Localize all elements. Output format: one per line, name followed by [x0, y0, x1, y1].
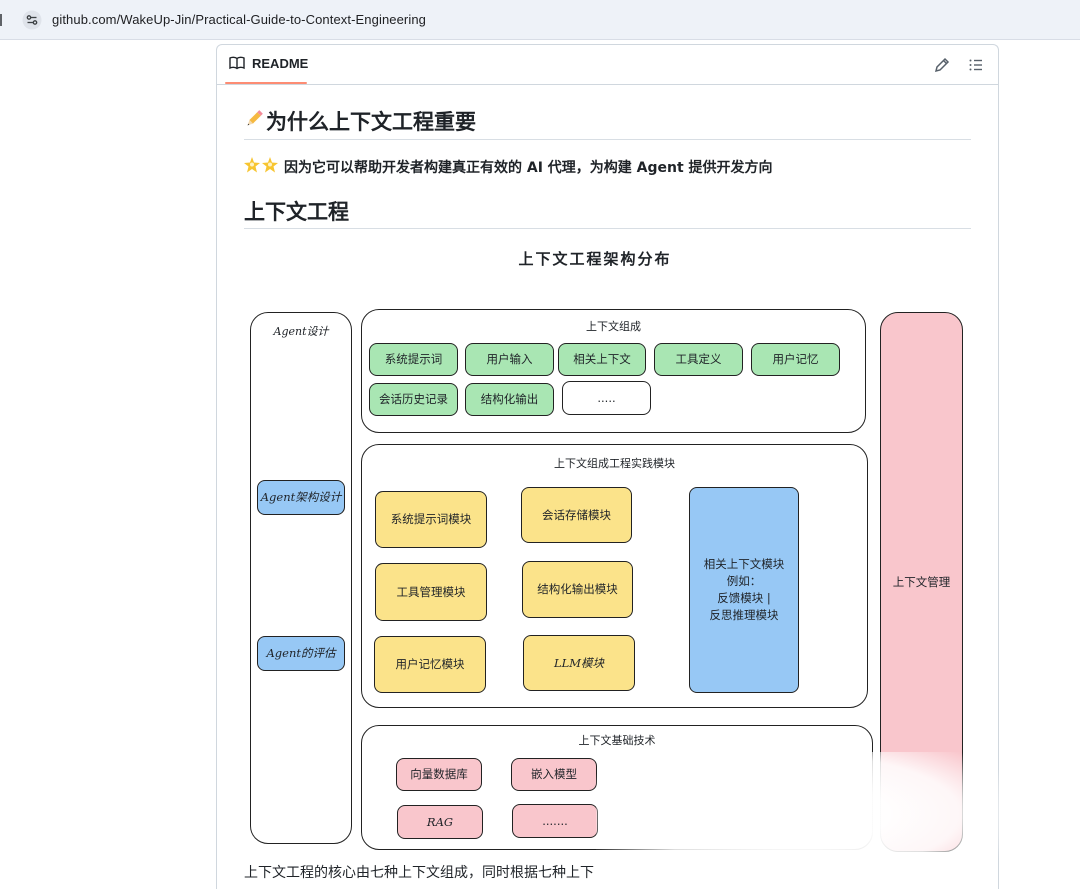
practice-module-chip: 用户记忆模块: [374, 636, 486, 693]
paragraph-why-text: 因为它可以帮助开发者构建真正有效的 AI 代理，为构建 Agent 提供开发方向: [284, 160, 773, 176]
composition-chip: 系统提示词: [369, 343, 458, 376]
book-icon: [229, 55, 245, 75]
practice-module-chip: 工具管理模块: [375, 563, 487, 621]
composition-chip: 用户输入: [465, 343, 554, 376]
composition-chip: 会话历史记录: [369, 383, 458, 416]
readme-header: README: [217, 45, 998, 85]
heading-rule: [244, 139, 971, 140]
composition-chip: 工具定义: [654, 343, 743, 376]
practice-module-chip: 系统提示词模块: [375, 491, 487, 548]
practice-panel-title: 上下文组成工程实践模块: [554, 457, 675, 470]
diagram-title: 上下文工程架构分布: [518, 250, 672, 268]
composition-panel-title: 上下文组成: [586, 320, 641, 333]
url-text[interactable]: github.com/WakeUp-Jin/Practical-Guide-to…: [52, 12, 426, 27]
related-context-line: 反思推理模块: [709, 608, 779, 622]
practice-module-chip: LLM模块: [523, 635, 635, 691]
foundation-chip: RAG: [397, 805, 483, 839]
related-context-module: 相关上下文模块 例如： 反馈模块 | 反思推理模块: [689, 487, 799, 693]
foundation-chip-more: .......: [512, 804, 598, 838]
readme-tab-label: README: [252, 56, 309, 71]
heading-rule: [244, 228, 971, 229]
pencil-icon[interactable]: [933, 56, 951, 74]
site-settings-icon[interactable]: [22, 10, 42, 30]
related-context-line: 例如：: [726, 574, 762, 588]
related-context-line: 相关上下文模块: [703, 557, 785, 571]
list-icon[interactable]: [967, 56, 985, 74]
heading-why: 为什么上下文工程重要: [244, 106, 476, 136]
sparkle-stars-icon: [244, 156, 280, 178]
readme-tab-underline: [225, 82, 307, 84]
address-bar[interactable]: github.com/WakeUp-Jin/Practical-Guide-to…: [0, 0, 1080, 40]
heading-why-text: 为什么上下文工程重要: [266, 110, 476, 134]
practice-module-chip: 结构化输出模块: [522, 561, 633, 618]
management-panel: 上下文管理: [880, 312, 963, 852]
paragraph-why: 因为它可以帮助开发者构建真正有效的 AI 代理，为构建 Agent 提供开发方向: [244, 156, 773, 178]
practice-module-chip: 会话存储模块: [521, 487, 632, 543]
heading-context-engineering: 上下文工程: [244, 200, 349, 224]
composition-chip: 结构化输出: [465, 383, 554, 416]
agent-panel: Agent设计: [250, 312, 352, 844]
pencil-emoji-icon: [244, 109, 264, 134]
related-context-line: 反馈模块 |: [717, 591, 771, 605]
foundation-panel-title: 上下文基础技术: [578, 734, 656, 747]
window-edge-mark: [0, 14, 3, 26]
management-panel-title: 上下文管理: [892, 575, 951, 589]
composition-chip-more: .....: [562, 381, 651, 415]
intro-paragraph-line: 上下文工程的核心由七种上下文组成，同时根据七种上下: [244, 865, 594, 881]
composition-chip: 相关上下文: [558, 343, 646, 376]
foundation-chip: 嵌入模型: [511, 758, 597, 791]
agent-panel-title: Agent设计: [273, 325, 329, 338]
composition-chip: 用户记忆: [751, 343, 840, 376]
agent-evaluation-chip: Agent的评估: [257, 636, 345, 671]
readme-tab[interactable]: README: [229, 55, 308, 85]
agent-architecture-chip: Agent架构设计: [257, 480, 345, 515]
foundation-chip: 向量数据库: [396, 758, 482, 791]
